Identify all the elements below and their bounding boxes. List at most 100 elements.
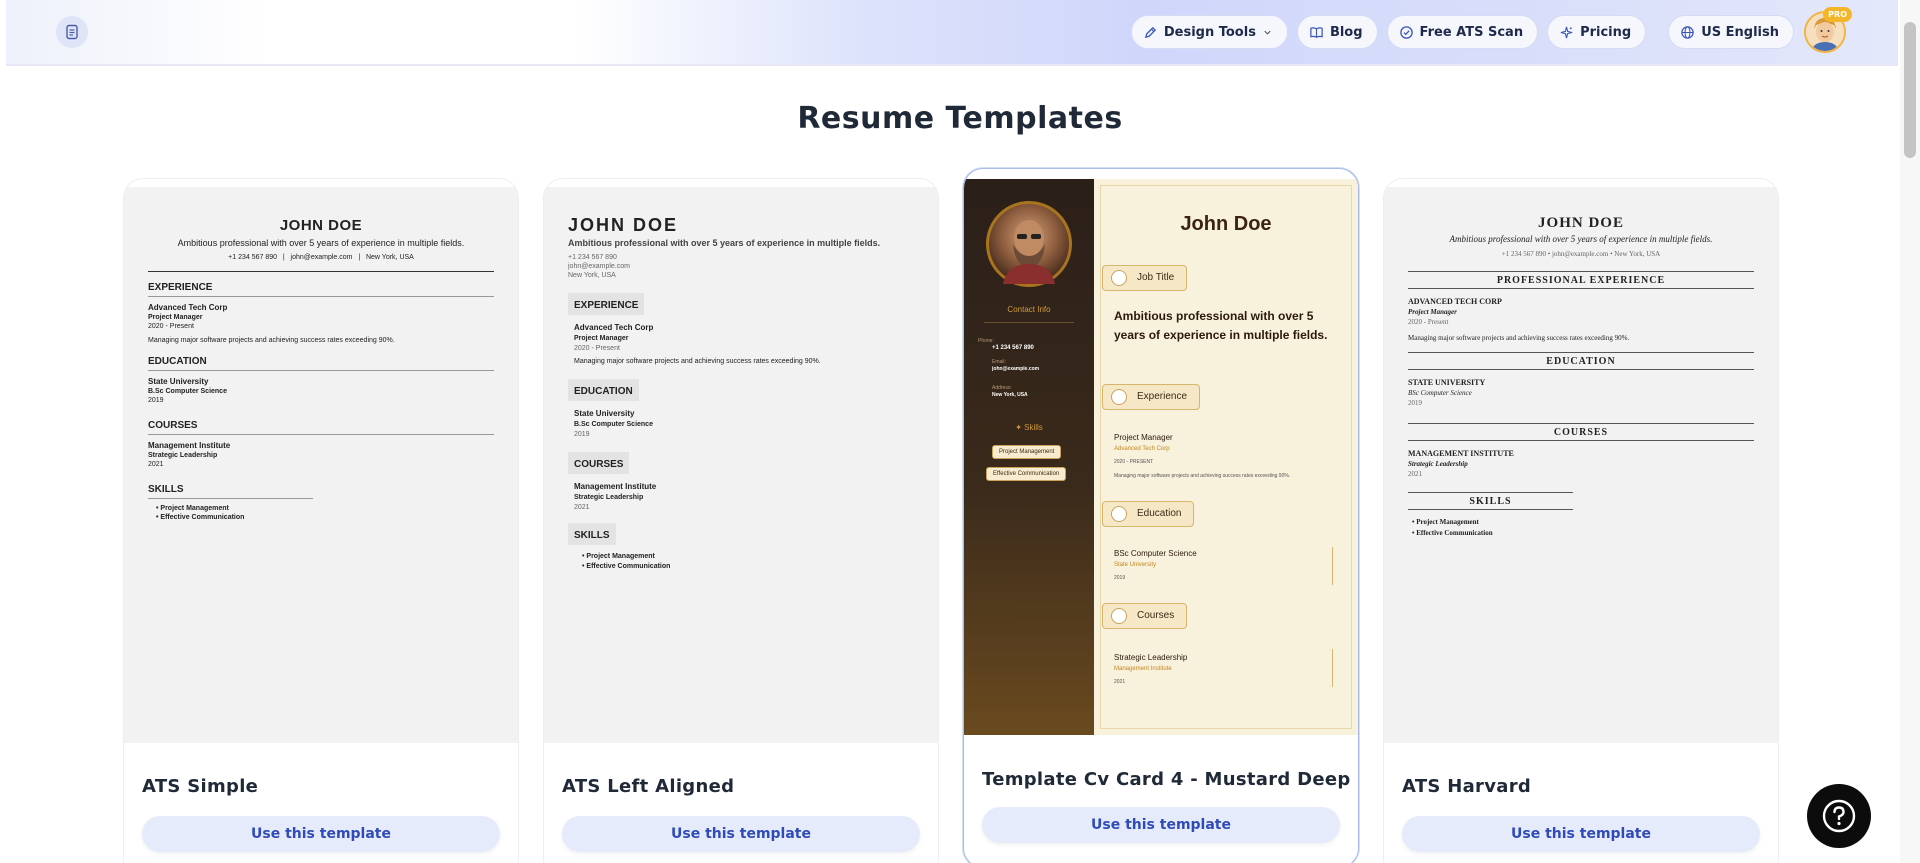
experience-role: Project Manager [148, 314, 203, 321]
template-preview: Contact Info Phone: +1 234 567 890 Email… [964, 179, 1358, 735]
course-year: 2021 [1408, 470, 1422, 478]
experience-desc: Managing major software projects and ach… [1408, 334, 1630, 342]
section-experience: EXPERIENCE [574, 300, 639, 311]
use-template-button[interactable]: Use this template [982, 807, 1340, 843]
template-preview: JOHN DOE Ambitious professional with ove… [544, 187, 938, 743]
template-preview: JOHN DOE Ambitious professional with ove… [1384, 187, 1778, 743]
experience-heading: Experience [1137, 391, 1188, 402]
course-institute: Management Institute [574, 482, 657, 491]
section-skills: SKILLS [1469, 496, 1512, 507]
course-year: 2021 [574, 504, 590, 511]
template-card-ats-simple[interactable]: JOHN DOE Ambitious professional with ove… [123, 178, 519, 863]
skills-heading: Skills [1024, 423, 1043, 432]
education-year: 2019 [574, 431, 590, 438]
education-degree: B.Sc Computer Science [574, 421, 653, 428]
education-year: 2019 [1114, 575, 1126, 581]
use-template-button[interactable]: Use this template [562, 816, 920, 852]
skill-tag: Effective Communication [986, 467, 1067, 481]
section-skills: SKILLS [148, 484, 184, 495]
template-name: ATS Left Aligned [562, 776, 735, 797]
resume-name: JOHN DOE [568, 215, 679, 235]
resume-phone: +1 234 567 890 [568, 254, 617, 261]
template-card-ats-harvard[interactable]: JOHN DOE Ambitious professional with ove… [1383, 178, 1779, 863]
nav-design-tools-label: Design Tools [1163, 24, 1256, 40]
resume-email: john@example.com [290, 254, 353, 261]
course-name: Strategic Leadership [148, 452, 218, 459]
nav-pricing-button[interactable]: Pricing [1547, 15, 1647, 49]
resume-summary: Ambitious professional with over 5 years… [1114, 309, 1328, 342]
template-preview: JOHN DOE Ambitious professional with ove… [124, 187, 518, 743]
education-school: State University [148, 377, 209, 386]
section-courses: COURSES [148, 420, 198, 431]
nav-pricing-label: Pricing [1580, 24, 1632, 40]
experience-dates: 2020 - Present [574, 345, 620, 352]
address-label: Address: [992, 385, 1012, 391]
page-title: Resume Templates [797, 101, 1123, 136]
course-institute: Management Institute [1114, 666, 1172, 672]
email-label: Email: [992, 359, 1006, 365]
skill-item: Effective Communication [586, 563, 671, 570]
template-card-ats-left-aligned[interactable]: JOHN DOE Ambitious professional with ove… [543, 178, 939, 863]
nav-free-ats-scan-button[interactable]: Free ATS Scan [1386, 15, 1539, 49]
nav-design-tools-button[interactable]: Design Tools [1130, 15, 1288, 49]
template-card-mustard-deep[interactable]: Contact Info Phone: +1 234 567 890 Email… [963, 168, 1359, 863]
use-template-button[interactable]: Use this template [1402, 816, 1760, 852]
nav-language-button[interactable]: US English [1668, 15, 1794, 49]
course-year: 2021 [1114, 679, 1126, 685]
resume-address: New York, USA [365, 254, 414, 261]
template-name: ATS Harvard [1402, 776, 1532, 797]
page: Design Tools Blog Free ATS Scan Pricing … [0, 0, 1920, 863]
pro-badge: PRO [1823, 7, 1852, 22]
home-logo-button[interactable] [56, 16, 88, 48]
template-name: Template Cv Card 4 - Mustard Deep [982, 769, 1351, 790]
course-name: Strategic Leadership [574, 494, 644, 501]
section-courses: COURSES [1553, 427, 1609, 438]
resume-address: New York, USA [992, 392, 1028, 398]
resume-email: john@example.com [992, 366, 1040, 372]
course-institute: Management Institute [148, 441, 231, 450]
experience-role: Project Manager [1408, 308, 1457, 316]
experience-desc: Managing major software projects and ach… [574, 358, 821, 365]
chevron-down-icon [1264, 30, 1271, 35]
mustard-sidebar: Contact Info Phone: +1 234 567 890 Email… [964, 179, 1094, 735]
resume-phone: +1 234 567 890 [228, 254, 278, 261]
nav-language-label: US English [1701, 24, 1779, 40]
resume-phone: +1 234 567 890 [1501, 250, 1546, 258]
resume-email: john@example.com [1551, 250, 1609, 258]
use-template-button[interactable]: Use this template [142, 816, 500, 852]
nav-blog-label: Blog [1329, 24, 1363, 40]
experience-dates: 2020 - PRESENT [1114, 459, 1154, 465]
section-professional-experience: PROFESSIONAL EXPERIENCE [1496, 275, 1666, 286]
education-degree: B.Sc Computer Science [148, 388, 227, 395]
education-heading: Education [1137, 508, 1182, 519]
course-name: Strategic Leadership [1114, 653, 1188, 662]
education-degree: BSc Computer Science [1408, 389, 1472, 397]
experience-role: Project Manager [574, 335, 629, 342]
section-skills: SKILLS [574, 530, 610, 541]
check-circle-icon [1399, 25, 1413, 39]
nav-blog-button[interactable]: Blog [1296, 15, 1378, 49]
section-education: EDUCATION [148, 356, 207, 367]
top-header: Design Tools Blog Free ATS Scan Pricing … [6, 0, 1898, 66]
experience-desc: Managing major software projects and ach… [1114, 473, 1291, 479]
education-year: 2019 [1408, 399, 1422, 407]
experience-company: ADVANCED TECH CORP [1408, 297, 1502, 306]
globe-icon [1681, 25, 1694, 39]
top-nav: Design Tools Blog Free ATS Scan Pricing … [1130, 15, 1794, 49]
section-courses: COURSES [574, 459, 624, 470]
experience-role: Project Manager [1114, 433, 1173, 442]
resume-address: New York, USA [568, 272, 616, 279]
scrollbar-thumb[interactable] [1904, 22, 1916, 158]
courses-heading: Courses [1137, 610, 1175, 621]
experience-company: Advanced Tech Corp [1114, 446, 1170, 452]
help-button[interactable] [1807, 784, 1871, 848]
experience-dates: 2020 - Present [148, 323, 194, 330]
skill-item: Project Management [160, 505, 229, 512]
education-school: State University [1114, 562, 1157, 568]
contact-info-heading: Contact Info [1007, 305, 1051, 314]
resume-summary: Ambitious professional with over 5 years… [177, 238, 465, 248]
section-experience: EXPERIENCE [148, 282, 213, 293]
experience-company: Advanced Tech Corp [574, 323, 654, 332]
skill-item: Effective Communication [1416, 529, 1493, 537]
resume-name: JOHN DOE [279, 217, 363, 234]
